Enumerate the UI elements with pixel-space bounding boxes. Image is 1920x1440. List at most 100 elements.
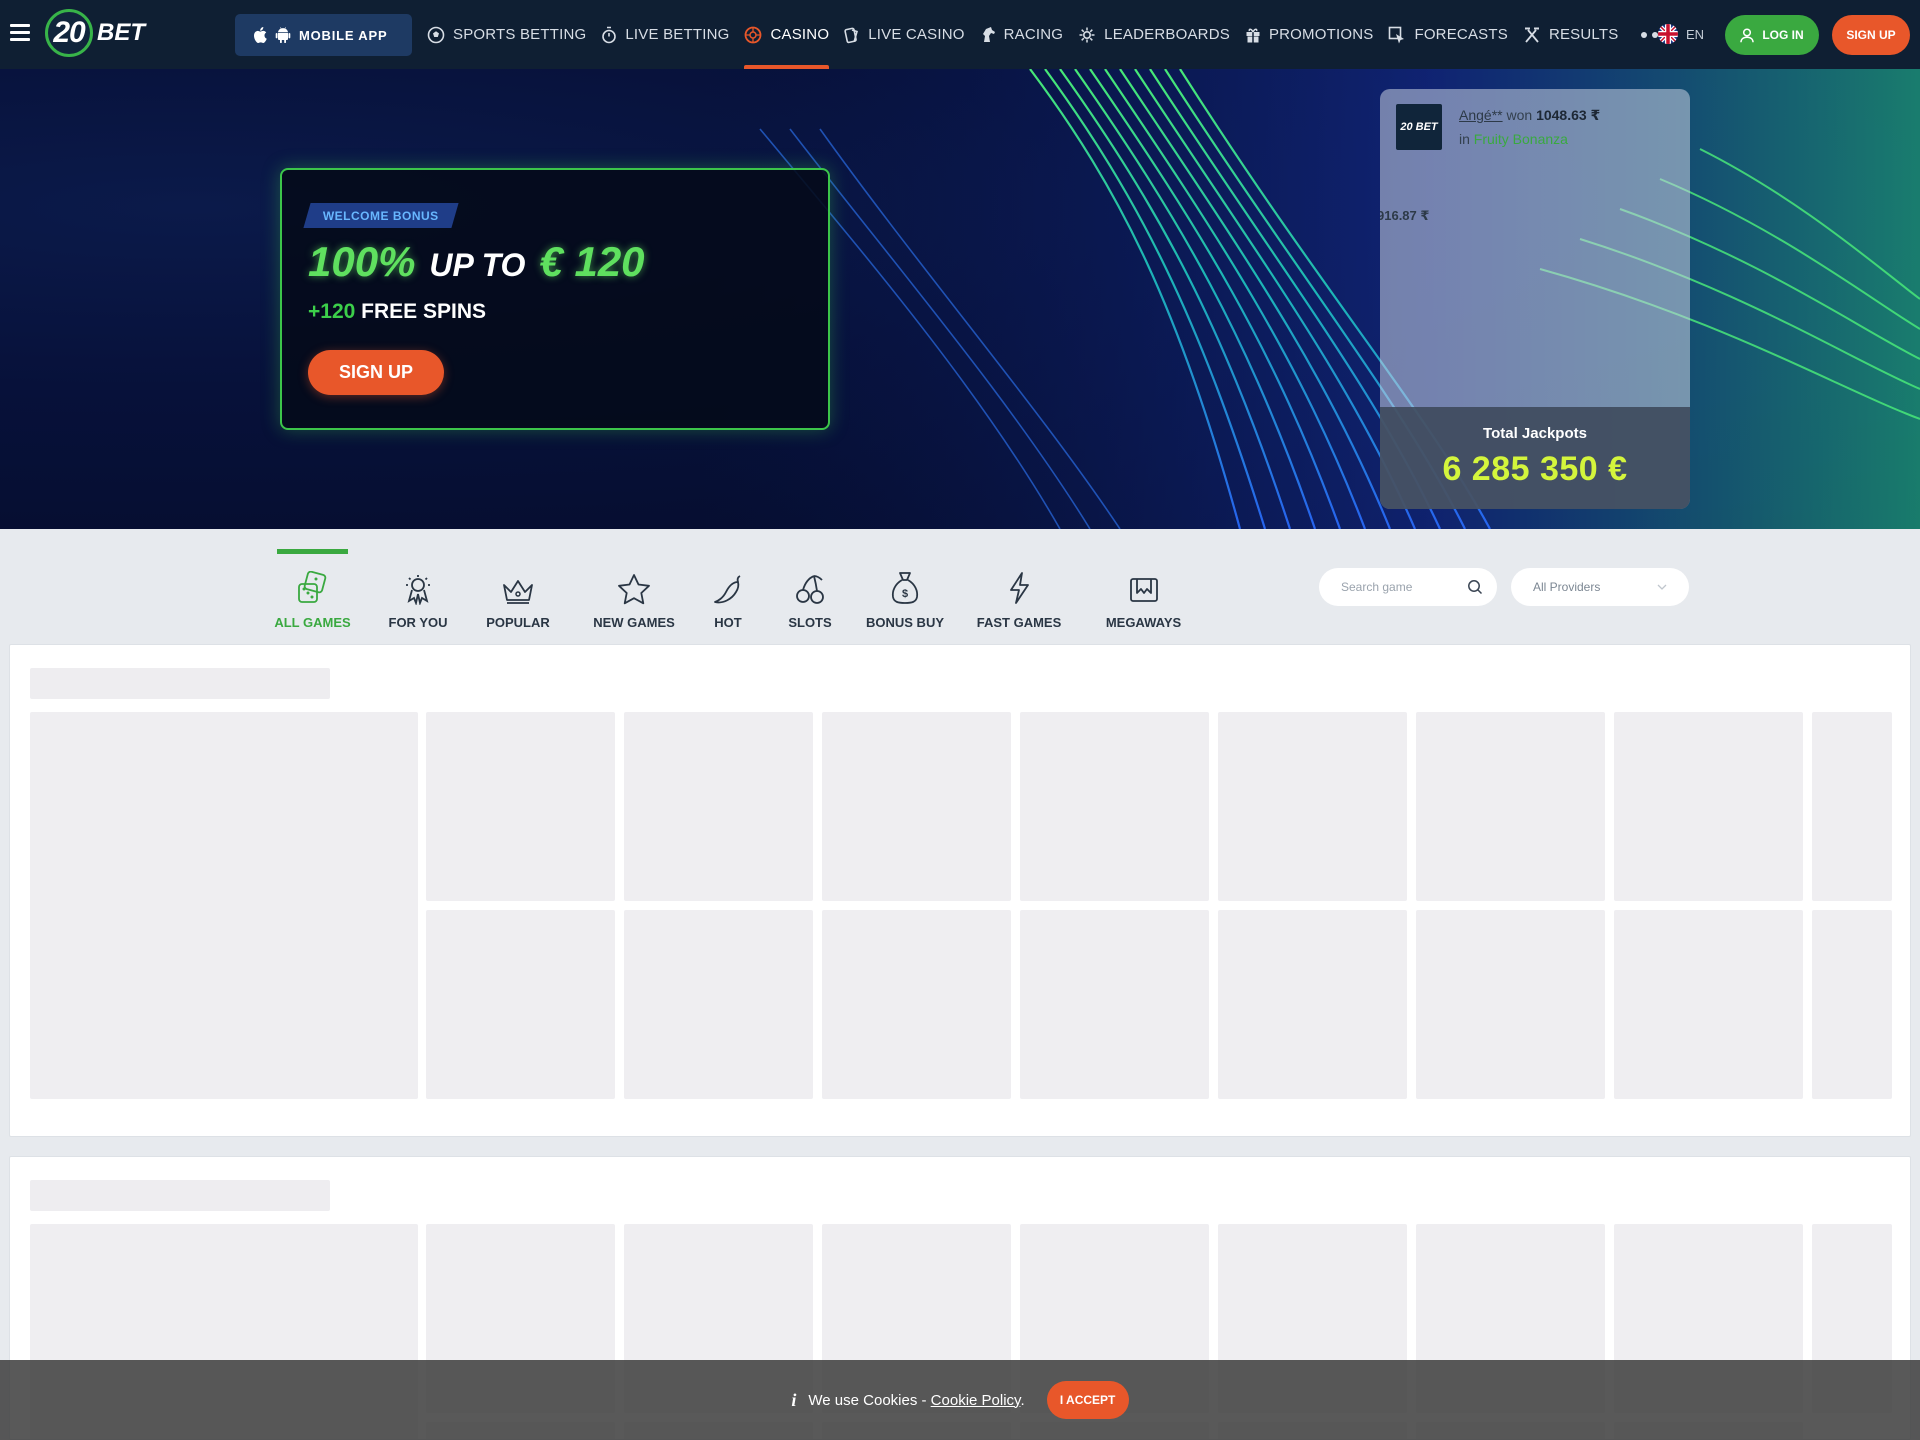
game-tile-placeholder: [1614, 910, 1803, 1099]
game-tile-placeholder: [1416, 910, 1605, 1099]
game-tile-placeholder: [822, 712, 1011, 901]
game-tile-placeholder: [624, 712, 813, 901]
category-tabs: ALL GAMES FOR YOU POPULAR NEW GAMES HOT …: [274, 549, 1182, 630]
category-label: MEGAWAYS: [1105, 615, 1182, 630]
nav-casino[interactable]: CASINO: [744, 0, 829, 69]
nav-results[interactable]: RESULTS: [1523, 0, 1618, 69]
cookie-dot: .: [1020, 1391, 1025, 1409]
nav-label: RESULTS: [1548, 26, 1619, 43]
winner-game-line: in Fruity Bonanza: [1459, 131, 1568, 147]
nav-forecasts[interactable]: FORECASTS: [1388, 0, 1508, 69]
roulette-icon: [745, 26, 762, 43]
winner-info: Angé** won 1048.63 ₹: [1459, 107, 1600, 124]
nav-promotions[interactable]: PROMOTIONS: [1245, 0, 1374, 69]
search-box[interactable]: [1319, 568, 1497, 606]
welcome-bonus-badge: WELCOME BONUS: [303, 203, 459, 228]
tab-bonus-buy[interactable]: $ BONUS BUY: [866, 549, 944, 630]
cookie-banner: i We use Cookies - Cookie Policy. I ACCE…: [0, 1360, 1920, 1440]
tab-hot[interactable]: HOT: [712, 549, 744, 630]
category-label: HOT: [714, 615, 742, 630]
category-label: ALL GAMES: [274, 615, 351, 630]
jackpot-value: 6 285 350 €: [1442, 450, 1628, 488]
section-title-placeholder: [30, 1180, 330, 1211]
cookie-text: We use Cookies -: [808, 1391, 931, 1409]
search-input[interactable]: [1341, 580, 1461, 594]
game-tile-placeholder: [1614, 712, 1803, 901]
mobile-app-label: MOBILE APP: [299, 27, 388, 43]
login-label: LOG IN: [1762, 28, 1804, 42]
category-label: FOR YOU: [388, 615, 448, 630]
nav-label: SPORTS BETTING: [453, 26, 587, 43]
winner-item[interactable]: 20 BET Angé** won 1048.63 ₹ in Fruity Bo…: [1380, 89, 1690, 161]
apple-icon: [254, 27, 267, 43]
cards-icon: [844, 27, 859, 43]
game-tile-placeholder: [822, 910, 1011, 1099]
mobile-app-button[interactable]: MOBILE APP: [235, 14, 412, 56]
nav-live-betting[interactable]: LIVE BETTING: [601, 0, 729, 69]
tab-all-games[interactable]: ALL GAMES: [274, 549, 351, 630]
menu-icon[interactable]: [10, 24, 30, 44]
tab-new-games[interactable]: NEW GAMES: [593, 549, 675, 630]
winner-game-link[interactable]: Fruity Bonanza: [1474, 131, 1568, 147]
svg-text:$: $: [902, 588, 908, 600]
game-tile-placeholder: [1812, 910, 1892, 1099]
uk-flag-icon: [1658, 24, 1678, 44]
total-jackpots: Total Jackpots 6 285 350 €: [1380, 407, 1690, 509]
providers-dropdown[interactable]: All Providers: [1511, 568, 1689, 606]
forecast-icon: [1389, 26, 1405, 43]
user-icon: [1740, 27, 1755, 42]
language-selector[interactable]: EN: [1658, 24, 1704, 44]
category-label: POPULAR: [486, 615, 550, 630]
chili-pepper-icon: [714, 575, 741, 604]
language-code: EN: [1686, 26, 1705, 42]
tab-for-you[interactable]: FOR YOU: [388, 549, 448, 630]
game-tile-placeholder: [1020, 910, 1209, 1099]
recent-winners-panel: 20 BET Angé** won 1048.63 ₹ in Fruity Bo…: [1380, 89, 1690, 509]
tab-fast-games[interactable]: FAST GAMES: [977, 549, 1061, 630]
nav-label: LEADERBOARDS: [1104, 26, 1230, 43]
game-category-bar: ALL GAMES FOR YOU POPULAR NEW GAMES HOT …: [0, 529, 1920, 644]
cookie-message: We use Cookies - Cookie Policy.: [808, 1392, 1024, 1409]
results-icon: [1524, 27, 1539, 43]
bonus-headline: 100% UP TO € 120: [308, 238, 645, 286]
free-spins-label: FREE SPINS: [355, 300, 487, 323]
nav-sports-betting[interactable]: SPORTS BETTING: [427, 0, 586, 69]
horse-icon: [982, 26, 995, 42]
jackpot-label: Total Jackpots: [1483, 425, 1587, 442]
hero-banner: WELCOME BONUS 100% UP TO € 120 +120 FREE…: [0, 69, 1920, 529]
gift-icon: [1246, 28, 1260, 42]
tab-megaways[interactable]: MEGAWAYS: [1105, 549, 1182, 630]
welcome-bonus-card: WELCOME BONUS 100% UP TO € 120 +120 FREE…: [280, 168, 830, 430]
providers-selected: All Providers: [1533, 580, 1601, 594]
site-logo[interactable]: 20 BET: [45, 9, 157, 57]
section-title-placeholder: [30, 668, 330, 699]
nav-racing[interactable]: RACING: [980, 0, 1064, 69]
game-tile-placeholder: [1020, 712, 1209, 901]
tab-slots[interactable]: SLOTS: [788, 549, 832, 630]
free-spins-count: +120: [308, 300, 356, 323]
game-tile-placeholder: [426, 910, 615, 1099]
hero-signup-button[interactable]: SIGN UP: [308, 350, 444, 395]
game-tile-placeholder: [426, 712, 615, 901]
logo-mark: 20: [45, 9, 93, 57]
nav-leaderboards[interactable]: LEADERBOARDS: [1078, 0, 1230, 69]
info-icon: i: [791, 1389, 797, 1410]
game-tile-placeholder: [1812, 712, 1892, 901]
nav-live-casino[interactable]: LIVE CASINO: [844, 0, 964, 69]
login-button[interactable]: LOG IN: [1725, 15, 1819, 55]
game-tile-placeholder: [30, 712, 418, 1099]
signup-button[interactable]: SIGN UP: [1832, 15, 1910, 55]
stopwatch-icon: [602, 26, 617, 43]
crown-icon: [503, 580, 533, 604]
nav-label: FORECASTS: [1414, 26, 1508, 43]
star-icon: [618, 574, 650, 605]
category-label: FAST GAMES: [976, 615, 1062, 630]
free-spins-text: +120 FREE SPINS: [308, 300, 486, 324]
accept-cookies-button[interactable]: I ACCEPT: [1046, 1381, 1129, 1419]
cookie-policy-link[interactable]: Cookie Policy: [931, 1392, 1021, 1409]
nav-label: LIVE CASINO: [868, 26, 965, 43]
main-nav: SPORTS BETTING LIVE BETTING CASINO LIVE …: [427, 0, 1670, 69]
game-tile-placeholder: [1218, 910, 1407, 1099]
tab-popular[interactable]: POPULAR: [486, 549, 550, 630]
search-icon[interactable]: [1467, 579, 1483, 595]
